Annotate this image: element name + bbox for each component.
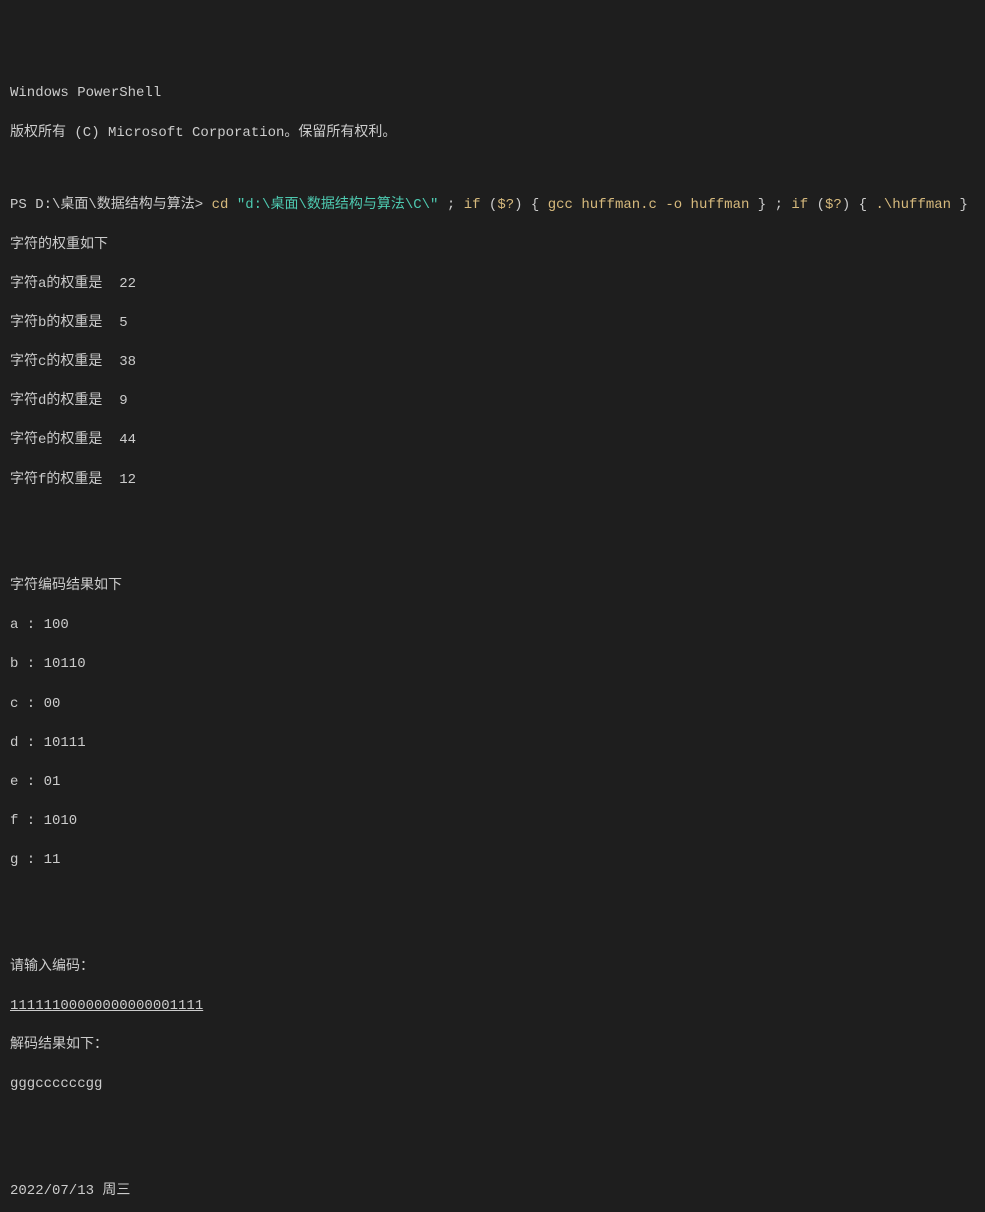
powershell-title: Windows PowerShell	[10, 84, 975, 104]
cmd-if1: if	[464, 197, 481, 213]
enc-d: d : 10111	[10, 734, 975, 754]
cmd-paren1: (	[481, 197, 498, 213]
blank-line	[10, 891, 975, 905]
enc-f: f : 1010	[10, 812, 975, 832]
decode-result: gggccccccgg	[10, 1075, 975, 1095]
blank-line	[10, 924, 975, 938]
cmd-paren3: (	[808, 197, 825, 213]
blank-line	[10, 1114, 975, 1128]
ps-prompt: PS D:\桌面\数据结构与算法>	[10, 197, 212, 213]
cmd-gcc: gcc huffman.c -o huffman	[548, 197, 750, 213]
cmd-path: "d:\桌面\数据结构与算法\C\"	[237, 197, 439, 213]
input-prompt: 请输入编码：	[10, 958, 975, 978]
cmd-close1: } ;	[749, 197, 791, 213]
cmd-cd: cd	[212, 197, 237, 213]
decode-header: 解码结果如下：	[10, 1036, 975, 1056]
cmd-close2: }	[951, 197, 968, 213]
input-value: 11111100000000000001111	[10, 997, 975, 1017]
enc-e: e : 01	[10, 773, 975, 793]
weight-a: 字符a的权重是 22	[10, 275, 975, 295]
enc-a: a : 100	[10, 616, 975, 636]
blank-line	[10, 543, 975, 557]
cmd-paren2: ) {	[514, 197, 548, 213]
blank-line	[10, 163, 975, 177]
blank-line	[10, 510, 975, 524]
weight-b: 字符b的权重是 5	[10, 314, 975, 334]
weights-header: 字符的权重如下	[10, 236, 975, 256]
weight-e: 字符e的权重是 44	[10, 431, 975, 451]
cmd-var2: $?	[825, 197, 842, 213]
weight-d: 字符d的权重是 9	[10, 392, 975, 412]
blank-line	[10, 1148, 975, 1162]
cmd-paren4: ) {	[842, 197, 876, 213]
enc-b: b : 10110	[10, 655, 975, 675]
copyright-line: 版权所有 (C) Microsoft Corporation。保留所有权利。	[10, 124, 975, 144]
weight-c: 字符c的权重是 38	[10, 353, 975, 373]
weight-f: 字符f的权重是 12	[10, 471, 975, 491]
enc-c: c : 00	[10, 695, 975, 715]
command-line[interactable]: PS D:\桌面\数据结构与算法> cd "d:\桌面\数据结构与算法\C\" …	[10, 196, 975, 216]
cmd-if2: if	[791, 197, 808, 213]
cmd-run: .\huffman	[875, 197, 951, 213]
encoding-header: 字符编码结果如下	[10, 577, 975, 597]
cmd-var1: $?	[497, 197, 514, 213]
date-line: 2022/07/13 周三	[10, 1182, 975, 1202]
enc-g: g : 11	[10, 851, 975, 871]
cmd-sep1: ;	[438, 197, 463, 213]
